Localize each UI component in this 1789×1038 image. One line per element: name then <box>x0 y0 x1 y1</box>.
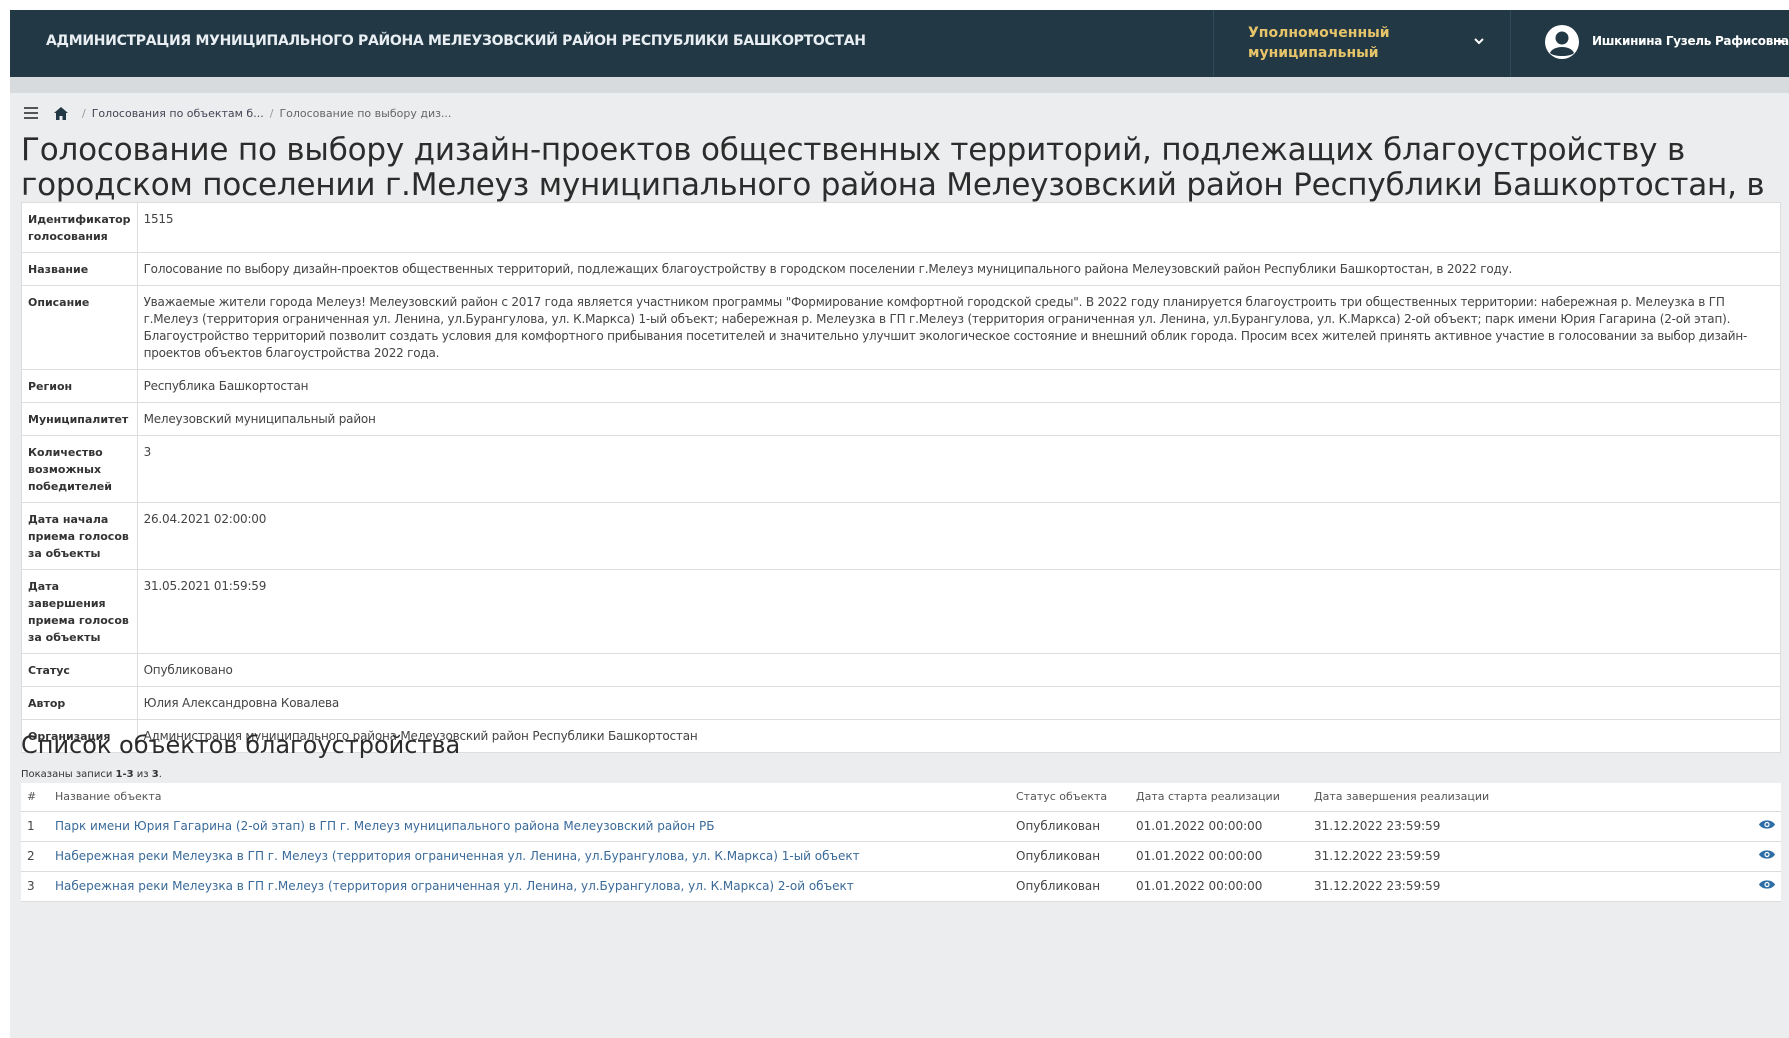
column-header-actions <box>1548 783 1781 812</box>
breadcrumb-separator: / <box>82 106 86 120</box>
object-end-date: 31.12.2022 23:59:59 <box>1308 841 1548 872</box>
object-end-date: 31.12.2022 23:59:59 <box>1308 811 1548 842</box>
object-start-date: 01.01.2022 00:00:00 <box>1130 871 1308 902</box>
object-end-date: 31.12.2022 23:59:59 <box>1308 871 1548 902</box>
detail-label: Название <box>21 252 138 286</box>
detail-value: Опубликовано <box>136 653 1782 687</box>
detail-value: Уважаемые жители города Мелеуз! Мелеузов… <box>136 285 1782 370</box>
detail-row-status: Статус Опубликовано <box>21 653 1782 687</box>
object-status: Опубликован <box>1010 871 1130 902</box>
role-line-1: Уполномоченный <box>1248 25 1390 41</box>
column-header-number: # <box>21 783 49 812</box>
row-number: 2 <box>21 841 49 872</box>
breadcrumb-item-votings[interactable]: Голосования по объектам б... <box>92 107 264 120</box>
breadcrumb-item-current: Голосование по выбору диз... <box>279 106 452 120</box>
header-divider <box>10 77 1789 93</box>
eye-icon[interactable] <box>1759 819 1775 830</box>
detail-label: Дата начала приема голосов за объекты <box>21 502 138 570</box>
role-selector[interactable]: Уполномоченный муниципальный <box>1213 10 1511 77</box>
detail-row-start-date: Дата начала приема голосов за объекты 26… <box>21 502 1782 570</box>
user-circle-icon <box>1545 25 1579 59</box>
column-header-name: Название объекта <box>49 783 1010 812</box>
detail-row-region: Регион Республика Башкортостан <box>21 369 1782 403</box>
hamburger-menu-icon[interactable] <box>24 107 38 119</box>
records-summary: Показаны записи 1-3 из 3. <box>21 769 162 780</box>
objects-section-title: Список объектов благоустройства <box>21 731 461 759</box>
summary-mid: из <box>133 769 152 780</box>
objects-header-row: # Название объекта Статус объекта Дата с… <box>21 783 1781 812</box>
detail-value: 31.05.2021 01:59:59 <box>136 569 1782 654</box>
table-row: 3 Набережная реки Мелеузка в ГП г.Мелеуз… <box>21 871 1781 902</box>
detail-label: Статус <box>21 653 138 687</box>
home-icon[interactable] <box>54 106 68 120</box>
detail-value: Мелеузовский муниципальный район <box>136 402 1782 436</box>
object-status: Опубликован <box>1010 811 1130 842</box>
objects-table: # Название объекта Статус объекта Дата с… <box>21 783 1781 902</box>
detail-row-id: Идентификатор голосования 1515 <box>21 202 1782 253</box>
table-row: 1 Парк имени Юрия Гагарина (2-ой этап) в… <box>21 811 1781 842</box>
detail-label: Дата завершения приема голосов за объект… <box>21 569 138 654</box>
user-menu[interactable]: Ишкинина Гузель Рафисовна <box>1530 10 1789 77</box>
detail-label: Описание <box>21 285 138 370</box>
object-status: Опубликован <box>1010 841 1130 872</box>
detail-row-author: Автор Юлия Александровна Ковалева <box>21 686 1782 720</box>
summary-total: 3 <box>151 769 159 780</box>
object-link[interactable]: Парк имени Юрия Гагарина (2-ой этап) в Г… <box>55 819 715 833</box>
detail-label: Идентификатор голосования <box>21 202 138 253</box>
detail-row-end-date: Дата завершения приема голосов за объект… <box>21 569 1782 654</box>
detail-label: Регион <box>21 369 138 403</box>
column-header-start-date: Дата старта реализации <box>1130 783 1308 812</box>
detail-value: Голосование по выбору дизайн-проектов об… <box>136 252 1782 286</box>
user-name: Ишкинина Гузель Рафисовна <box>1592 34 1789 48</box>
role-line-2: муниципальный <box>1248 45 1379 61</box>
detail-value: 26.04.2021 02:00:00 <box>136 502 1782 570</box>
column-header-end-date: Дата завершения реализации <box>1308 783 1548 812</box>
detail-value: Республика Башкортостан <box>136 369 1782 403</box>
detail-label: Автор <box>21 686 138 720</box>
detail-value: 1515 <box>136 202 1782 253</box>
org-title[interactable]: АДМИНИСТРАЦИЯ МУНИЦИПАЛЬНОГО РАЙОНА МЕЛЕ… <box>46 33 866 49</box>
object-start-date: 01.01.2022 00:00:00 <box>1130 841 1308 872</box>
caret-down-icon[interactable] <box>1776 40 1784 44</box>
column-header-status: Статус объекта <box>1010 783 1130 812</box>
summary-suffix: . <box>158 769 162 780</box>
detail-row-description: Описание Уважаемые жители города Мелеуз!… <box>21 285 1782 370</box>
eye-icon[interactable] <box>1759 849 1775 860</box>
detail-row-name: Название Голосование по выбору дизайн-пр… <box>21 252 1782 286</box>
summary-range: 1-3 <box>115 769 134 780</box>
top-navbar: АДМИНИСТРАЦИЯ МУНИЦИПАЛЬНОГО РАЙОНА МЕЛЕ… <box>10 10 1789 77</box>
voting-details-table: Идентификатор голосования 1515 Название … <box>21 202 1782 753</box>
breadcrumb: / Голосования по объектам б... / Голосов… <box>24 102 451 124</box>
detail-value: Юлия Александровна Ковалева <box>136 686 1782 720</box>
object-link[interactable]: Набережная реки Мелеузка в ГП г.Мелеуз (… <box>55 879 854 893</box>
table-row: 2 Набережная реки Мелеузка в ГП г. Мелеу… <box>21 841 1781 872</box>
eye-icon[interactable] <box>1759 879 1775 890</box>
detail-label: Количество возможных победителей <box>21 435 138 503</box>
object-start-date: 01.01.2022 00:00:00 <box>1130 811 1308 842</box>
app-frame: АДМИНИСТРАЦИЯ МУНИЦИПАЛЬНОГО РАЙОНА МЕЛЕ… <box>10 10 1789 1038</box>
detail-label: Муниципалитет <box>21 402 138 436</box>
role-label: Уполномоченный муниципальный <box>1248 23 1418 63</box>
summary-prefix: Показаны записи <box>21 769 116 780</box>
detail-value: 3 <box>136 435 1782 503</box>
chevron-down-icon[interactable] <box>1472 34 1486 48</box>
detail-row-municipality: Муниципалитет Мелеузовский муниципальный… <box>21 402 1782 436</box>
row-number: 3 <box>21 871 49 902</box>
object-link[interactable]: Набережная реки Мелеузка в ГП г. Мелеуз … <box>55 849 860 863</box>
detail-row-winners-count: Количество возможных победителей 3 <box>21 435 1782 503</box>
breadcrumb-separator: / <box>269 106 274 120</box>
row-number: 1 <box>21 811 49 842</box>
